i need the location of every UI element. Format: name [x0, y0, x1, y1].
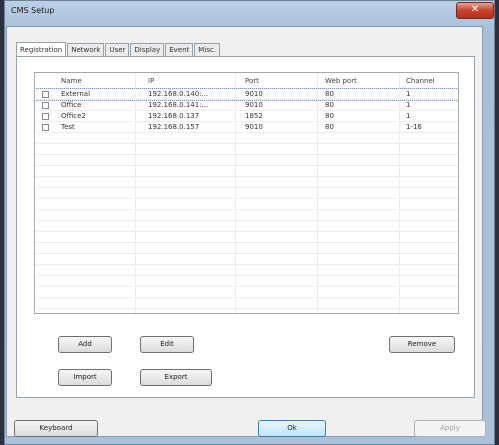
table-row[interactable]: Office2 192.168.0.137 1852 80 1	[35, 111, 458, 122]
grid-line	[35, 198, 458, 199]
grid-line	[35, 176, 458, 177]
export-button[interactable]: Export	[140, 369, 212, 386]
ok-button[interactable]: Ok	[258, 420, 326, 437]
grid-line	[35, 143, 458, 144]
tab-network[interactable]: Network	[67, 43, 105, 57]
window-title: CMS Setup	[11, 6, 55, 15]
import-button[interactable]: Import	[58, 369, 112, 386]
row-checkbox[interactable]	[42, 113, 49, 120]
cell-port: 9010	[245, 101, 263, 109]
tab-strip: Registration Network User Display Event …	[16, 42, 221, 58]
column-header-port[interactable]: Port	[245, 77, 259, 85]
apply-button[interactable]: Apply	[414, 420, 486, 437]
table-row[interactable]: Test 192.168.0.157 9010 80 1-16	[35, 122, 458, 133]
close-icon: ✕	[470, 4, 480, 15]
cell-name: Office	[61, 101, 82, 109]
grid-line	[35, 231, 458, 232]
cell-port: 9010	[245, 123, 263, 131]
cell-ip: 192.168.0.140:...	[148, 90, 209, 98]
cell-channel: 1-16	[406, 123, 422, 131]
grid-line	[35, 286, 458, 287]
edit-button[interactable]: Edit	[140, 336, 194, 353]
grid-line	[35, 187, 458, 188]
table-row[interactable]: External 192.168.0.140:... 9010 80 1	[35, 88, 458, 101]
cell-web-port: 80	[325, 112, 334, 120]
keyboard-button[interactable]: Keyboard	[14, 420, 98, 437]
grid-line	[35, 165, 458, 166]
tab-display[interactable]: Display	[130, 43, 165, 57]
grid-line	[35, 275, 458, 276]
close-button[interactable]: ✕	[456, 2, 494, 19]
cell-name: Test	[61, 123, 75, 131]
remove-button[interactable]: Remove	[389, 336, 455, 353]
grid-line	[35, 209, 458, 210]
row-checkbox[interactable]	[42, 124, 49, 131]
column-header-ip[interactable]: IP	[148, 77, 154, 85]
cell-port: 9010	[245, 90, 263, 98]
column-header-web-port[interactable]: Web port	[325, 77, 357, 85]
grid-line	[35, 242, 458, 243]
cell-name: Office2	[61, 112, 86, 120]
grid-line	[35, 308, 458, 309]
cell-name: External	[61, 90, 91, 98]
tab-event[interactable]: Event	[165, 43, 194, 57]
column-header-name[interactable]: Name	[61, 77, 82, 85]
cell-port: 1852	[245, 112, 263, 120]
grid-line	[35, 154, 458, 155]
grid-line	[35, 253, 458, 254]
column-header-channel[interactable]: Channel	[406, 77, 435, 85]
cell-channel: 1	[406, 90, 411, 98]
cell-ip: 192.168.0.157	[148, 123, 200, 131]
device-list[interactable]: Name IP Port Web port Channel External 1…	[34, 72, 459, 314]
tab-user[interactable]: User	[105, 43, 130, 57]
row-checkbox[interactable]	[42, 91, 49, 98]
cell-web-port: 80	[325, 101, 334, 109]
tab-misc[interactable]: Misc.	[194, 43, 221, 57]
table-row[interactable]: Office 192.168.0.141:... 9010 80 1	[35, 100, 458, 111]
cell-web-port: 80	[325, 90, 334, 98]
cell-ip: 192.168.0.137	[148, 112, 200, 120]
add-button[interactable]: Add	[58, 336, 112, 353]
row-checkbox[interactable]	[42, 102, 49, 109]
grid-line	[35, 264, 458, 265]
grid-line	[35, 220, 458, 221]
cell-channel: 1	[406, 101, 411, 109]
cell-web-port: 80	[325, 123, 334, 131]
cell-channel: 1	[406, 112, 411, 120]
grid-line	[35, 297, 458, 298]
cell-ip: 192.168.0.141:...	[148, 101, 209, 109]
